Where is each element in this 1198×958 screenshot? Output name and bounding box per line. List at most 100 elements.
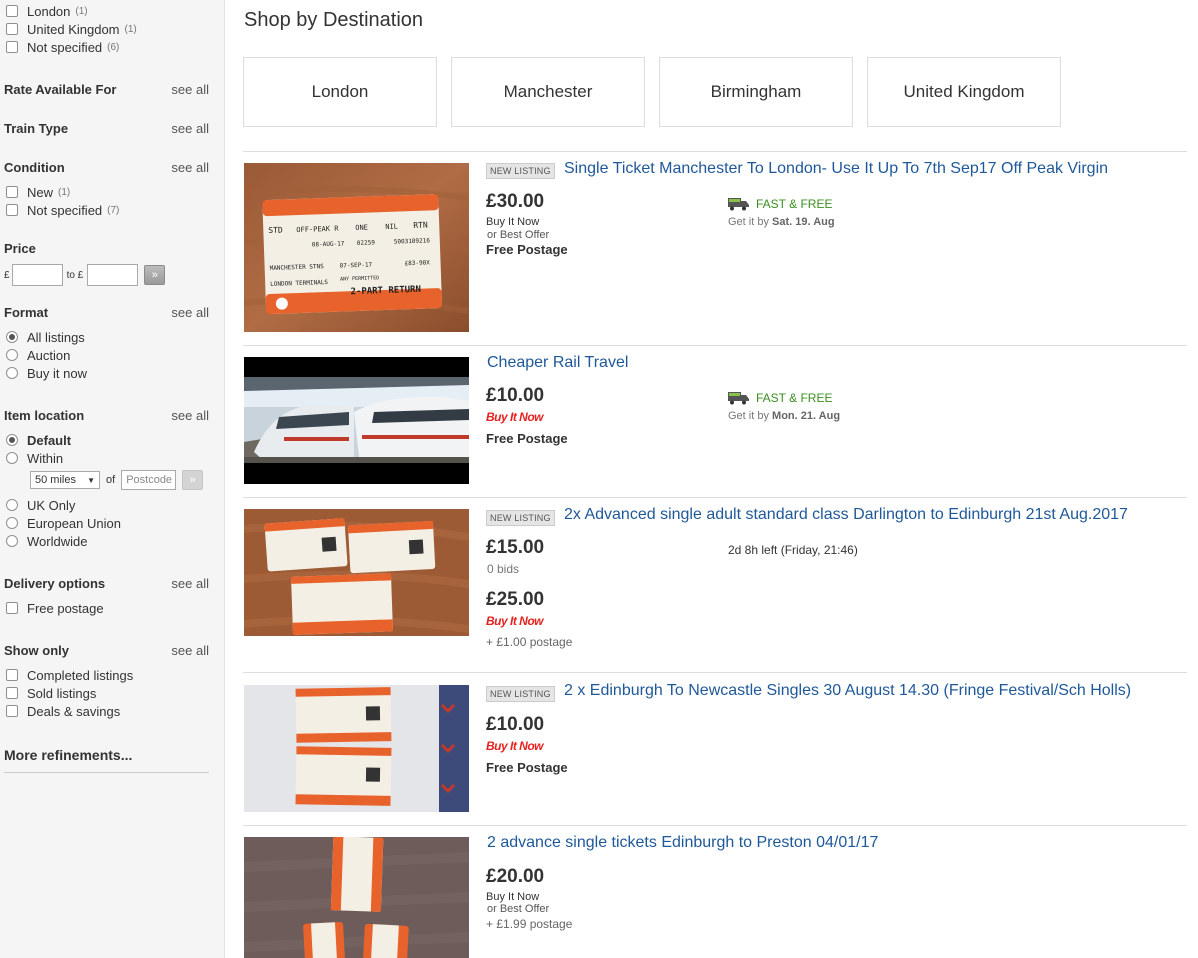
checkbox[interactable] [6,23,18,35]
format-auction[interactable]: Auction [6,347,70,363]
checkbox[interactable] [6,204,18,216]
filter-label: Sold listings [27,685,97,701]
ticket-number: 02259 [357,239,376,247]
see-all-link[interactable]: see all [171,643,209,658]
location-within[interactable]: Within [6,450,63,466]
price-go-button[interactable]: » [144,265,166,285]
divider [243,151,1187,152]
filter-location-not-specified[interactable]: Not specified (6) [6,39,119,55]
filter-deals-savings[interactable]: Deals & savings [6,703,120,719]
truck-icon [728,198,749,211]
truck-icon [728,392,749,405]
filter-location-london[interactable]: London (1) [6,3,88,19]
radio-label: Auction [27,347,71,363]
section-condition: Condition see all [4,160,209,175]
destination-united-kingdom[interactable]: United Kingdom [867,57,1061,127]
filter-condition-new[interactable]: New (1) [6,184,70,200]
bid-count: 0 bids [487,562,520,576]
location-worldwide[interactable]: Worldwide [6,533,87,549]
filter-free-postage[interactable]: Free postage [6,600,104,616]
postage-label: Free Postage [486,242,568,257]
location-uk-only[interactable]: UK Only [6,497,75,513]
destination-london[interactable]: London [243,57,437,127]
location-european-union[interactable]: European Union [6,515,121,531]
checkbox[interactable] [6,5,18,17]
ticket-rtn: RTN [413,220,428,230]
checkbox[interactable] [6,687,18,699]
listing-title-link[interactable]: Single Ticket Manchester To London- Use … [564,160,1108,178]
filter-condition-not-specified[interactable]: Not specified (7) [6,202,119,218]
ticket-date: 08-AUG-17 [312,240,345,248]
listing-thumbnail[interactable]: STD OFF-PEAK R ONE NIL RTN 08-AUG-17 022… [244,163,469,332]
radio[interactable] [6,499,18,511]
see-all-link[interactable]: see all [171,305,209,320]
dropdown-arrow-icon: ▼ [87,475,95,485]
listing-title-link[interactable]: 2 x Edinburgh To Newcastle Singles 30 Au… [564,682,1131,700]
listing-title-link[interactable]: Cheaper Rail Travel [487,354,628,372]
section-title: Delivery options [4,576,106,591]
see-all-link[interactable]: see all [171,160,209,175]
format-buy-it-now[interactable]: Buy it now [6,365,87,381]
radio[interactable] [6,517,18,529]
section-title: Show only [4,643,69,658]
see-all-link[interactable]: see all [171,576,209,591]
buy-it-now-label: Buy It Now [486,216,540,228]
time-left: 2d 8h left (Friday, 21:46) [728,543,858,557]
section-title: Train Type [4,121,69,136]
destination-manchester[interactable]: Manchester [451,57,645,127]
delivery-estimate: Get it by Mon. 21. Aug [728,410,840,422]
listing-thumbnail[interactable] [244,509,469,636]
checkbox[interactable] [6,41,18,53]
radio[interactable] [6,367,18,379]
price-min-input[interactable] [11,264,63,286]
within-controls: 50 miles ▼ of Postcode » [30,470,204,490]
section-format: Format see all [4,305,209,320]
checkbox[interactable] [6,602,18,614]
postcode-input[interactable]: Postcode [121,470,177,490]
more-refinements-link[interactable]: More refinements... [4,747,132,763]
filter-label: Not specified [27,202,103,218]
checkbox[interactable] [6,669,18,681]
radio[interactable] [6,535,18,547]
listing-thumbnail[interactable] [244,837,469,958]
radio-selected[interactable] [6,434,18,446]
destination-birmingham[interactable]: Birmingham [659,57,853,127]
location-default[interactable]: Default [6,432,71,448]
radio-label: All listings [27,329,85,345]
checkbox[interactable] [6,705,18,717]
refinement-sidebar: London (1) United Kingdom (1) Not specif… [0,0,225,958]
listing-title-link[interactable]: 2 advance single tickets Edinburgh to Pr… [487,834,878,852]
price-max-input[interactable] [87,264,139,286]
filter-label: Free postage [27,600,104,616]
listing-price: £10.00 [486,385,545,406]
divider [4,772,209,773]
delivery-date: Mon. 21. Aug [772,410,841,422]
see-all-link[interactable]: see all [171,82,209,97]
format-all-listings[interactable]: All listings [6,329,85,345]
postage-label: + £1.99 postage [486,917,573,931]
filter-location-uk[interactable]: United Kingdom (1) [6,21,137,37]
filter-label: Deals & savings [27,703,121,719]
postage-label: Free Postage [486,760,568,775]
radio-label: Within [27,450,64,466]
checkbox[interactable] [6,186,18,198]
radio-label: Buy it now [27,365,87,381]
radio[interactable] [6,349,18,361]
delivery-prefix: Get it by [728,216,769,228]
radio[interactable] [6,452,18,464]
radio-selected[interactable] [6,331,18,343]
listing-thumbnail[interactable] [244,685,469,812]
listing-price: £30.00 [486,191,545,212]
listing-title-link[interactable]: 2x Advanced single adult standard class … [564,506,1128,524]
listing-thumbnail[interactable] [244,357,469,484]
divider [243,345,1187,346]
best-offer-label: or Best Offer [487,229,550,241]
filter-sold-listings[interactable]: Sold listings [6,685,96,701]
see-all-link[interactable]: see all [171,408,209,423]
filter-completed-listings[interactable]: Completed listings [6,667,133,683]
delivery-prefix: Get it by [728,410,769,422]
distance-select[interactable]: 50 miles ▼ [30,471,100,489]
ticket-valid: 07-SEP-17 [339,261,372,269]
see-all-link[interactable]: see all [171,121,209,136]
postcode-go-button[interactable]: » [182,470,204,490]
